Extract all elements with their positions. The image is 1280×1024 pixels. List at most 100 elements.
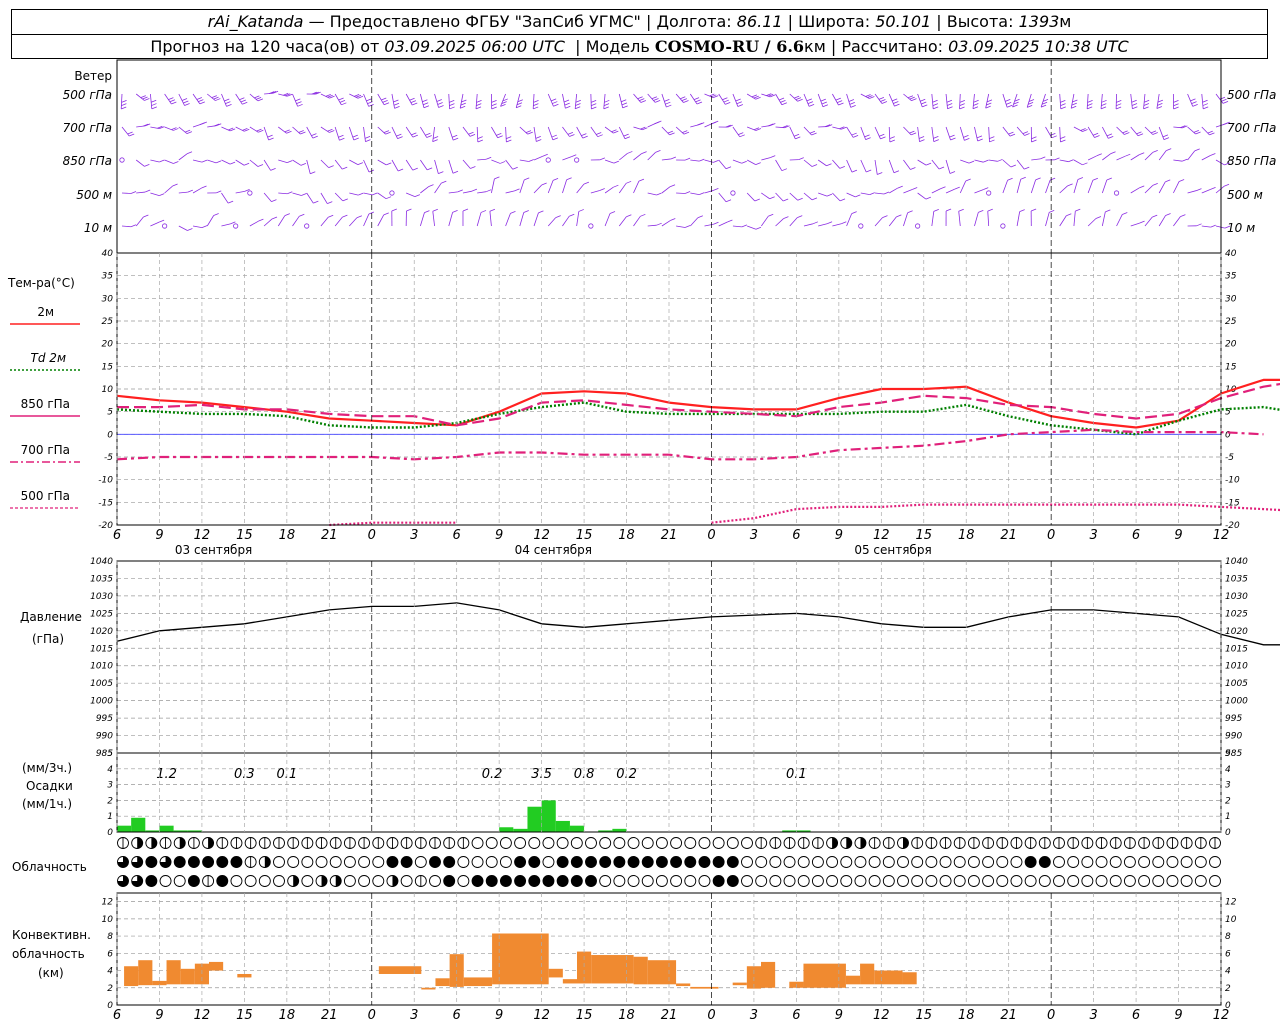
wind-barb: [603, 93, 606, 109]
x-tick-label: 6: [1132, 528, 1140, 543]
wind-barb: [448, 126, 454, 141]
cloud-symbol: [1209, 875, 1221, 887]
cloud-fill: [216, 856, 228, 868]
wind-barb: [363, 159, 370, 173]
wind-barb: [803, 223, 813, 227]
conv-bar: [761, 961, 776, 988]
wind-barb: [292, 126, 301, 135]
cloud-symbol: [925, 856, 938, 868]
x-tick-label: 0: [368, 528, 376, 543]
wind-barb-flag: [1101, 99, 1107, 103]
wind-barb-flag: [423, 102, 429, 106]
wind-barb-flag: [783, 216, 789, 220]
wind-barb: [207, 159, 217, 164]
wind-barb: [476, 126, 479, 142]
cloud-symbol: [258, 875, 271, 887]
wind-barb-flag: [947, 103, 953, 106]
wind-level-label-right: 700 гПа: [1227, 121, 1276, 135]
wind-barb-flag: [949, 171, 956, 174]
wind-barb-flag: [849, 102, 855, 105]
cloud-symbol: [684, 837, 697, 849]
wind-calm: [233, 223, 239, 229]
wind-barb-flag: [553, 103, 559, 107]
wind-barb-flag: [1124, 132, 1130, 135]
wind-barb-flag: [1031, 139, 1037, 143]
wind-barb-flag: [127, 131, 133, 135]
wind-barb: [519, 179, 525, 194]
wind-barb-flag: [603, 106, 609, 110]
wind-barb: [1187, 150, 1196, 161]
wind-barb-flag: [959, 106, 965, 110]
wind-barb-flag: [372, 192, 378, 196]
wind-barb: [192, 187, 202, 194]
wind-barb-flag: [1139, 220, 1145, 224]
wind-barb: [1073, 159, 1083, 166]
wind-barb-flag: [907, 95, 914, 99]
wind-barb-flag: [640, 213, 646, 217]
wind-barb: [1158, 126, 1165, 140]
x-tick-label: 15: [915, 528, 932, 543]
wind-barb-flag: [590, 100, 597, 103]
wind-barb-flag: [1116, 103, 1122, 107]
wind-barb: [690, 217, 699, 227]
wind-barb-flag: [894, 103, 900, 107]
cloud-symbol: [599, 837, 612, 849]
cloud-symbol: [1010, 856, 1023, 868]
wind-barb: [988, 159, 998, 162]
wind-barb-flag: [795, 136, 801, 140]
wind-barb-flag: [945, 208, 952, 212]
y-tick-label: -5: [1225, 453, 1234, 463]
cloud-symbol: [343, 875, 356, 887]
wind-calm: [162, 223, 168, 229]
wind-calm: [858, 223, 864, 229]
cloud-symbol: [925, 875, 938, 887]
wind-barb: [249, 220, 259, 227]
wind-barb: [775, 218, 784, 227]
wind-title: Ветер: [74, 69, 112, 83]
wind-barb-flag: [656, 192, 662, 196]
x-tick-label: 6: [792, 528, 800, 543]
wind-barb-flag: [1095, 216, 1102, 219]
wind-barb: [661, 158, 671, 161]
wind-barb-flag: [551, 134, 557, 138]
wind-barb-flag: [528, 159, 534, 162]
wind-barb-flag: [1049, 209, 1055, 213]
wind-barb: [135, 216, 144, 227]
wind-barb-flag: [851, 132, 857, 136]
wind-barb-flag: [1163, 137, 1170, 141]
cloud-symbol: [1053, 875, 1065, 887]
wind-barb-flag: [449, 99, 455, 103]
wind-barb-flag: [1195, 131, 1201, 135]
wind-barb-flag: [973, 103, 979, 106]
wind-barb-flag: [583, 181, 590, 185]
wind-barb-flag: [670, 156, 677, 160]
wind-barb: [1173, 181, 1180, 194]
wind-barb: [1030, 179, 1037, 194]
x-tick-label: 9: [155, 528, 163, 543]
wind-barb-flag: [1132, 106, 1138, 110]
cloud-symbol: [542, 837, 555, 849]
wind-barb: [874, 192, 885, 195]
wind-barb-flag: [227, 200, 234, 204]
wind-barb-flag: [1060, 106, 1066, 110]
wind-barb-flag: [622, 105, 628, 109]
wind-barb-flag: [382, 99, 388, 103]
wind-barb-flag: [697, 215, 703, 219]
wind-barb-flag: [201, 185, 207, 189]
wind-barb-flag: [215, 98, 221, 101]
wind-barb: [1215, 225, 1226, 229]
y-tick-label: 10: [102, 915, 114, 925]
wind-barb: [1059, 159, 1069, 163]
cloud-symbol: [769, 856, 782, 868]
wind-barb-flag: [723, 99, 729, 103]
wind-level-label: 500 гПа: [63, 88, 112, 102]
cloud-symbol: [840, 856, 853, 868]
wind-barb: [917, 126, 920, 142]
cloud-fill: [151, 837, 157, 849]
wind-barb-flag: [699, 192, 705, 196]
wind-barb-flag: [1209, 132, 1215, 136]
wind-barb: [704, 190, 714, 194]
precip-bar: [527, 806, 542, 832]
wind-barb-flag: [329, 130, 335, 133]
y-tick-label: 1: [107, 812, 113, 822]
